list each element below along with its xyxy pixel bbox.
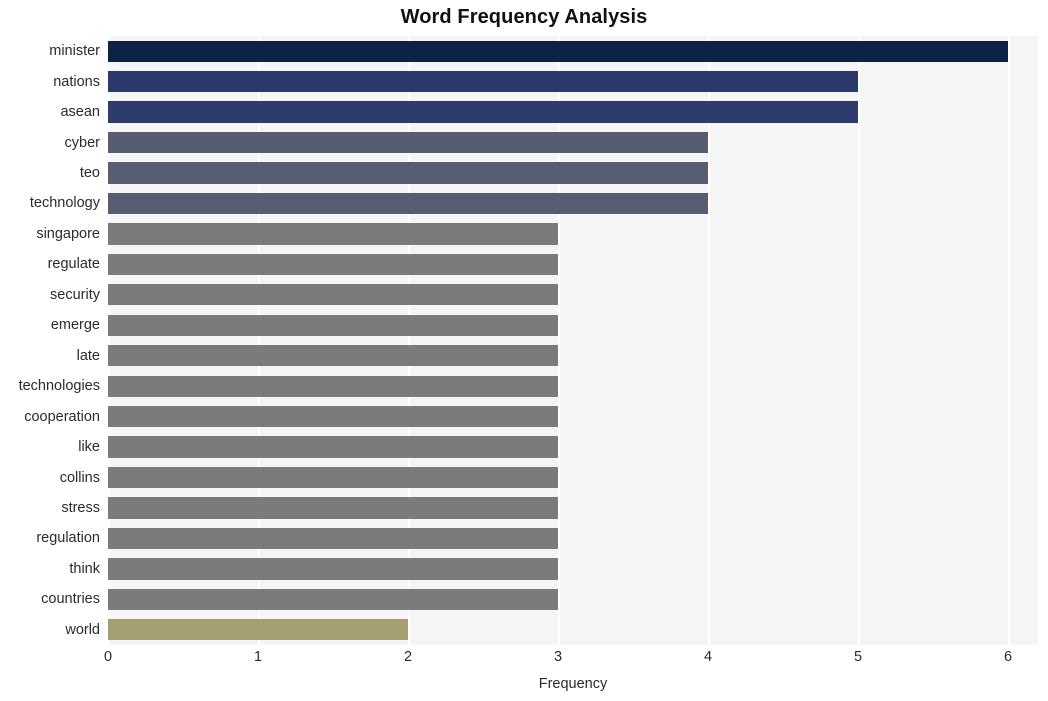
- bar-row: [108, 253, 1038, 276]
- y-axis-label-emerge: emerge: [50, 317, 100, 334]
- bar-row: [108, 466, 1038, 489]
- bar-technology[interactable]: [108, 192, 708, 215]
- bar-regulation[interactable]: [108, 527, 558, 550]
- bar-row: [108, 558, 1038, 580]
- bar-cooperation[interactable]: [108, 405, 558, 428]
- bar-row: [108, 497, 1038, 519]
- bar-row: [108, 162, 1038, 184]
- bar-singapore[interactable]: [108, 223, 558, 245]
- bar-row: [108, 101, 1038, 123]
- y-axis-label-teo: teo: [79, 165, 100, 182]
- bar-stress[interactable]: [108, 497, 558, 519]
- x-axis-tick-6: 6: [1003, 649, 1013, 665]
- y-axis-label-minister: minister: [49, 43, 100, 60]
- y-axis-label-asean: asean: [60, 104, 100, 121]
- chart-title: Word Frequency Analysis: [400, 6, 648, 28]
- bar-collins[interactable]: [108, 466, 558, 489]
- bar-row: [108, 131, 1038, 154]
- bar-row: [108, 192, 1038, 215]
- bars-layer: [108, 36, 1038, 645]
- y-axis-label-security: security: [50, 286, 100, 303]
- bar-minister[interactable]: [108, 40, 1008, 62]
- bar-asean[interactable]: [108, 101, 858, 123]
- y-axis-label-countries: countries: [41, 591, 100, 608]
- bar-row: [108, 314, 1038, 336]
- plot-area: [108, 36, 1038, 645]
- y-axis-label-think: think: [69, 560, 100, 577]
- x-axis-tick-4: 4: [703, 649, 713, 665]
- y-axis-label-regulation: regulation: [36, 530, 100, 547]
- x-axis-tick-labels: 0 1 2 3 4 5 6: [104, 649, 1038, 672]
- bar-late[interactable]: [108, 345, 558, 367]
- bar-world[interactable]: [108, 619, 408, 641]
- bar-row: [108, 436, 1038, 458]
- bar-row: [108, 619, 1038, 641]
- y-axis-label-stress: stress: [61, 499, 100, 516]
- word-frequency-chart: Word Frequency Analysis minister nations a…: [0, 0, 1048, 701]
- bar-row: [108, 284, 1038, 306]
- y-axis-label-like: like: [78, 439, 100, 456]
- bar-countries[interactable]: [108, 588, 558, 610]
- y-axis-label-nations: nations: [53, 73, 100, 90]
- bar-think[interactable]: [108, 558, 558, 580]
- x-axis-tick-2: 2: [403, 649, 413, 665]
- bar-security[interactable]: [108, 284, 558, 306]
- x-axis-title: Frequency: [538, 676, 608, 692]
- bar-row: [108, 71, 1038, 93]
- x-axis-tick-3: 3: [553, 649, 563, 665]
- y-axis-labels: minister nations asean cyber teo technology si…: [0, 36, 100, 645]
- x-axis-tick-5: 5: [853, 649, 863, 665]
- bar-nations[interactable]: [108, 71, 858, 93]
- y-axis-label-regulate: regulate: [47, 256, 100, 273]
- bar-like[interactable]: [108, 436, 558, 458]
- x-axis-tick-1: 1: [253, 649, 263, 665]
- y-axis-label-world: world: [65, 621, 100, 638]
- bar-row: [108, 40, 1038, 62]
- y-axis-label-singapore: singapore: [36, 225, 100, 242]
- y-axis-label-late: late: [76, 347, 100, 364]
- bar-cyber[interactable]: [108, 131, 708, 154]
- y-axis-label-cooperation: cooperation: [24, 408, 100, 425]
- bar-row: [108, 345, 1038, 367]
- bar-row: [108, 588, 1038, 610]
- bar-technologies[interactable]: [108, 375, 558, 397]
- bar-emerge[interactable]: [108, 314, 558, 336]
- bar-row: [108, 223, 1038, 245]
- bar-row: [108, 375, 1038, 397]
- bar-regulate[interactable]: [108, 253, 558, 276]
- bar-row: [108, 405, 1038, 428]
- y-axis-label-technologies: technologies: [18, 378, 100, 395]
- y-axis-label-technology: technology: [29, 195, 100, 212]
- bar-teo[interactable]: [108, 162, 708, 184]
- y-axis-label-collins: collins: [59, 469, 100, 486]
- y-axis-label-cyber: cyber: [64, 134, 100, 151]
- x-axis-tick-0: 0: [103, 649, 113, 665]
- bar-row: [108, 527, 1038, 550]
